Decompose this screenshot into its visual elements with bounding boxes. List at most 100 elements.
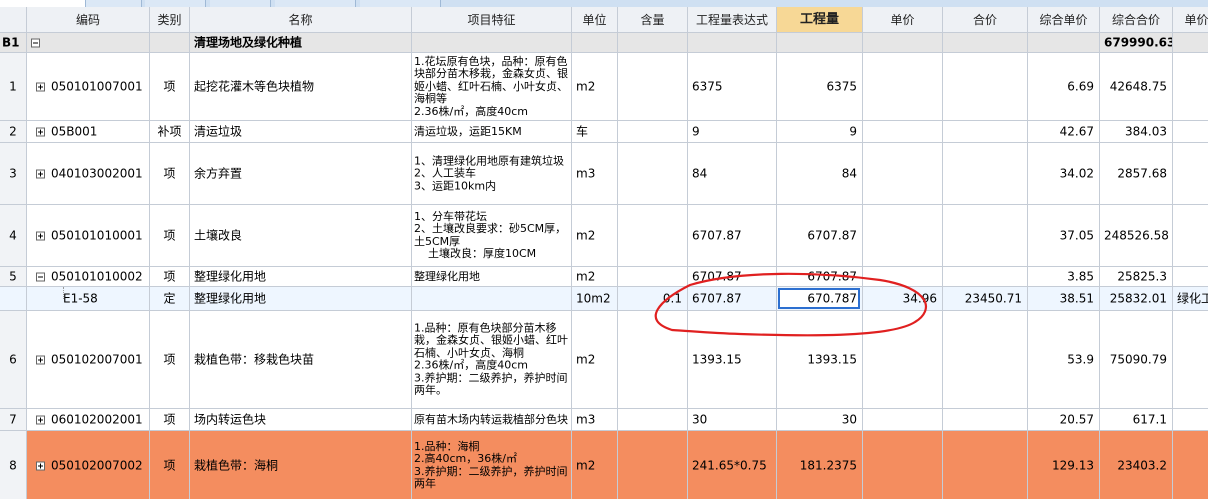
cell-name[interactable]: 清运垃圾	[190, 121, 412, 143]
cell-category[interactable]: 项	[150, 431, 190, 499]
col-header-category[interactable]: 类别	[150, 7, 190, 33]
cell-qty-expr[interactable]: 6375	[688, 53, 777, 121]
col-header-name[interactable]: 名称	[190, 7, 412, 33]
collapse-icon[interactable]	[31, 38, 40, 47]
cell-unit-price[interactable]: 34.96	[863, 287, 943, 311]
cell-comp-total[interactable]: 25825.3	[1100, 267, 1173, 287]
cell-unit-price[interactable]	[863, 267, 943, 287]
table-row[interactable]: 7 060102002001 项 场内转运色块 原有苗木场内转运栽植部分色块 m3 30 30…	[0, 409, 1208, 431]
cell-unit-price[interactable]	[863, 431, 943, 499]
cell-feature[interactable]: 清运垃圾，运距15KM	[412, 121, 572, 143]
expand-icon[interactable]	[36, 355, 45, 364]
table-row[interactable]: 4 050101010001 项 土壤改良 1、分车带花坛 2、土壤改良要求：砂5CM厚…	[0, 205, 1208, 267]
cell-comp-total[interactable]: 42648.75	[1100, 53, 1173, 121]
cell-qty[interactable]: 6375	[777, 53, 863, 121]
cell-qty[interactable]: 6707.87	[777, 205, 863, 267]
cell-qty-expr[interactable]: 6707.87	[688, 287, 777, 311]
col-header-qty-expr[interactable]: 工程量表达式	[688, 7, 777, 33]
col-header-no[interactable]	[0, 7, 27, 33]
cell-qty[interactable]: 6707.87	[777, 267, 863, 287]
cell-name[interactable]: 整理绿化用地	[190, 267, 412, 287]
cell-comp-total[interactable]: 25832.01	[1100, 287, 1173, 311]
cell-name[interactable]: 栽植色带：海桐	[190, 431, 412, 499]
col-header-unit[interactable]: 单位	[572, 7, 618, 33]
cell-code[interactable]: 05B001	[27, 121, 150, 143]
cell-category[interactable]: 项	[150, 267, 190, 287]
cell-comp-unit-price[interactable]: 53.9	[1028, 311, 1100, 409]
cell-code[interactable]: 050101010001	[27, 205, 150, 267]
cell-no[interactable]: 2	[0, 121, 27, 143]
cell-no[interactable]: 4	[0, 205, 27, 267]
col-header-extra[interactable]: 单价构	[1173, 7, 1208, 33]
cell-feature[interactable]: 1.花坛原有色块，品种：原有色块部分苗木移栽，金森女贞、银姬小蜡、红叶石楠、小叶…	[412, 53, 572, 121]
cell-feature[interactable]: 原有苗木场内转运栽植部分色块	[412, 409, 572, 431]
cell-unit[interactable]: 10m2	[572, 287, 618, 311]
tab-1[interactable]	[0, 0, 86, 7]
cell-content[interactable]	[618, 205, 688, 267]
cell-total[interactable]	[943, 431, 1028, 499]
tab-5[interactable]	[275, 0, 356, 7]
cell-category[interactable]: 项	[150, 409, 190, 431]
cell-no[interactable]	[0, 287, 27, 311]
cell-total[interactable]	[943, 53, 1028, 121]
col-header-feature[interactable]: 项目特征	[412, 7, 572, 33]
cell-unit[interactable]: m2	[572, 431, 618, 499]
expand-icon[interactable]	[36, 461, 45, 470]
cell-unit-price[interactable]	[863, 409, 943, 431]
cell-unit-price[interactable]	[863, 143, 943, 205]
cell-total[interactable]	[943, 143, 1028, 205]
cell-category[interactable]: 项	[150, 311, 190, 409]
cell-extra[interactable]	[1173, 409, 1208, 431]
col-header-code[interactable]: 编码	[27, 7, 150, 33]
cell-qty[interactable]: 1393.15	[777, 311, 863, 409]
cell-content[interactable]	[618, 53, 688, 121]
cell-code[interactable]: 050102007002	[27, 431, 150, 499]
cell-comp-total[interactable]: 248526.58	[1100, 205, 1173, 267]
cell-extra[interactable]	[1173, 53, 1208, 121]
cell-unit[interactable]: 车	[572, 121, 618, 143]
cell-comp-total[interactable]: 2857.68	[1100, 143, 1173, 205]
collapse-icon[interactable]	[36, 272, 45, 281]
cell-unit[interactable]: m3	[572, 143, 618, 205]
cell-no[interactable]: 8	[0, 431, 27, 499]
cell-content[interactable]	[618, 267, 688, 287]
cell-comp-total[interactable]: 617.1	[1100, 409, 1173, 431]
cell-name[interactable]: 余方弃置	[190, 143, 412, 205]
cell-no[interactable]: 7	[0, 409, 27, 431]
cell-extra[interactable]	[1173, 311, 1208, 409]
expand-icon[interactable]	[36, 169, 45, 178]
tab-6[interactable]	[360, 0, 441, 7]
cell-code[interactable]: 060102002001	[27, 409, 150, 431]
cell-name[interactable]: 栽植色带：移栽色块苗	[190, 311, 412, 409]
cell-code[interactable]: 050101010002	[27, 267, 150, 287]
cell-comp-total[interactable]: 384.03	[1100, 121, 1173, 143]
col-header-qty[interactable]: 工程量	[777, 7, 863, 33]
cell-extra[interactable]	[1173, 143, 1208, 205]
col-header-unit-price[interactable]: 单价	[863, 7, 943, 33]
col-header-content[interactable]: 含量	[618, 7, 688, 33]
cell-total[interactable]	[943, 311, 1028, 409]
cell-qty-expr[interactable]: 6707.87	[688, 267, 777, 287]
cell-code[interactable]: E1-58	[27, 287, 150, 311]
cell-qty-expr[interactable]: 84	[688, 143, 777, 205]
cell-unit[interactable]: m3	[572, 409, 618, 431]
cell-qty[interactable]: 181.2375	[777, 431, 863, 499]
cell-qty-expr[interactable]: 241.65*0.75	[688, 431, 777, 499]
cell-unit-price[interactable]	[863, 121, 943, 143]
cell-feature[interactable]: 1、分车带花坛 2、土壤改良要求：砂5CM厚，土5CM厚 土壤改良：厚度10CM	[412, 205, 572, 267]
cell-no[interactable]: 6	[0, 311, 27, 409]
cell-comp-total[interactable]: 23403.2	[1100, 431, 1173, 499]
cell-total[interactable]	[943, 121, 1028, 143]
cell-feature[interactable]: 1、清理绿化用地原有建筑垃圾 2、人工装车 3、运距10km内	[412, 143, 572, 205]
table-row[interactable]: 8 050102007002 项 栽植色带：海桐 1.品种：海桐 2.高40cm，36株…	[0, 431, 1208, 499]
cell-extra[interactable]: 绿化工	[1173, 287, 1208, 311]
cell-comp-unit-price[interactable]: 34.02	[1028, 143, 1100, 205]
cell-name[interactable]: 场内转运色块	[190, 409, 412, 431]
cell-comp-unit-price[interactable]: 129.13	[1028, 431, 1100, 499]
cell-unit-price[interactable]	[863, 205, 943, 267]
table-row[interactable]: 2 05B001 补项 清运垃圾 清运垃圾，运距15KM 车 9 9 42.67 384.03	[0, 121, 1208, 143]
cell-comp-unit-price[interactable]: 20.57	[1028, 409, 1100, 431]
cell-total[interactable]	[943, 409, 1028, 431]
col-header-total[interactable]: 合价	[943, 7, 1028, 33]
cell-comp-unit-price[interactable]: 37.05	[1028, 205, 1100, 267]
